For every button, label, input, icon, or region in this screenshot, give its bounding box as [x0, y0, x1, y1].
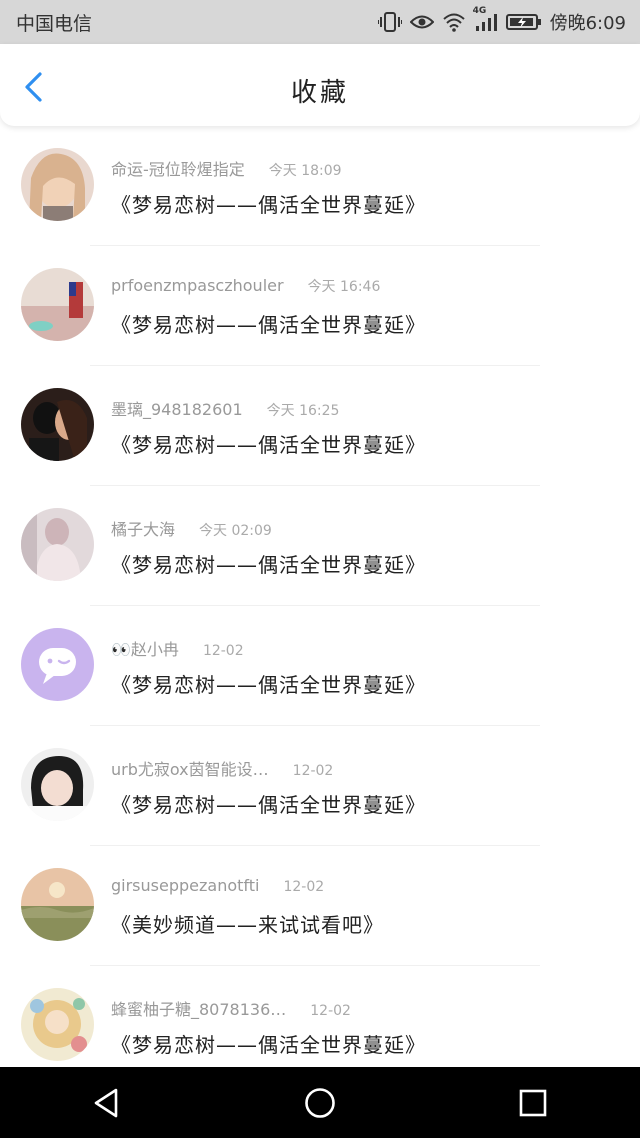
list-item[interactable]: urb尤寂ox茵智能设… 12-02 《梦易恋树——偶活全世界蔓延》	[0, 726, 640, 846]
list-item[interactable]: girsuseppezanotfti 12-02 《美妙频道——来试试看吧》	[0, 846, 640, 966]
sender-name: 命运-冠位聆煋指定	[111, 160, 245, 179]
list-item[interactable]: 命运-冠位聆煋指定 今天 18:09 《梦易恋树——偶活全世界蔓延》	[0, 126, 640, 246]
favorite-title: 《梦易恋树——偶活全世界蔓延》	[111, 553, 426, 577]
avatar[interactable]	[21, 748, 94, 821]
sender-name: girsuseppezanotfti	[111, 876, 260, 895]
timestamp: 12-02	[292, 763, 334, 779]
network-type-label: 4G	[472, 6, 487, 16]
circle-home-icon	[305, 1087, 335, 1118]
avatar[interactable]	[21, 508, 94, 581]
sender-name: prfoenzmpasczhouler	[111, 276, 284, 295]
sender-name: 蜂蜜柚子糖_8078136…	[111, 1000, 287, 1019]
timestamp: 12-02	[283, 879, 325, 895]
page-title: 收藏	[290, 78, 349, 108]
list-item[interactable]: 橘子大海 今天 02:09 《梦易恋树——偶活全世界蔓延》	[0, 486, 640, 606]
avatar[interactable]	[21, 988, 94, 1061]
system-navigation-bar	[0, 1067, 640, 1138]
sender-name: 👀赵小冉	[111, 640, 179, 659]
timestamp: 今天 02:09	[199, 523, 272, 539]
triangle-back-icon	[94, 1088, 117, 1117]
eye-icon	[409, 13, 434, 31]
clock-label: 傍晚6:09	[549, 13, 626, 34]
list-item[interactable]: 墨璃_948182601 今天 16:25 《梦易恋树——偶活全世界蔓延》	[0, 366, 640, 486]
favorites-list: 命运-冠位聆煋指定 今天 18:09 《梦易恋树——偶活全世界蔓延》 prfoen…	[0, 126, 640, 1067]
timestamp: 12-02	[202, 643, 244, 659]
battery-icon	[505, 13, 542, 31]
timestamp: 12-02	[310, 1003, 351, 1019]
sender-name: 墨璃_948182601	[111, 400, 243, 419]
timestamp: 今天 18:09	[268, 163, 342, 179]
home-button[interactable]	[300, 1083, 340, 1123]
wifi-icon	[442, 12, 466, 32]
header-bar: 收藏	[0, 44, 640, 126]
vibrate-icon	[377, 11, 402, 33]
status-bar: 中国电信 4G 傍晚6:09	[0, 0, 640, 44]
timestamp: 今天 16:46	[307, 279, 381, 295]
favorite-title: 《梦易恋树——偶活全世界蔓延》	[111, 193, 426, 217]
signal-icon: 4G	[473, 6, 498, 32]
list-item[interactable]: prfoenzmpasczhouler 今天 16:46 《梦易恋树——偶活全世界…	[0, 246, 640, 366]
favorite-title: 《梦易恋树——偶活全世界蔓延》	[111, 433, 426, 457]
sender-name: urb尤寂ox茵智能设…	[111, 760, 269, 779]
favorite-title: 《梦易恋树——偶活全世界蔓延》	[111, 793, 426, 817]
avatar[interactable]	[21, 868, 94, 941]
avatar[interactable]	[21, 388, 94, 461]
timestamp: 今天 16:25	[266, 403, 340, 419]
avatar[interactable]	[21, 628, 94, 701]
avatar[interactable]	[21, 268, 94, 341]
sender-name: 橘子大海	[111, 520, 176, 539]
system-back-button[interactable]	[87, 1083, 127, 1123]
square-recents-icon	[520, 1089, 547, 1116]
avatar[interactable]	[21, 148, 94, 221]
status-icons: 4G 傍晚6:09	[377, 6, 626, 35]
carrier-label: 中国电信	[16, 12, 93, 35]
favorite-title: 《梦易恋树——偶活全世界蔓延》	[111, 1033, 426, 1057]
favorite-title: 《梦易恋树——偶活全世界蔓延》	[111, 673, 426, 697]
favorite-title: 《美妙频道——来试试看吧》	[111, 913, 384, 937]
favorite-title: 《梦易恋树——偶活全世界蔓延》	[111, 313, 426, 337]
list-item[interactable]: 👀赵小冉 12-02 《梦易恋树——偶活全世界蔓延》	[0, 606, 640, 726]
recents-button[interactable]	[513, 1083, 553, 1123]
list-item[interactable]: 蜂蜜柚子糖_8078136… 12-02 《梦易恋树——偶活全世界蔓延》	[0, 966, 640, 1067]
